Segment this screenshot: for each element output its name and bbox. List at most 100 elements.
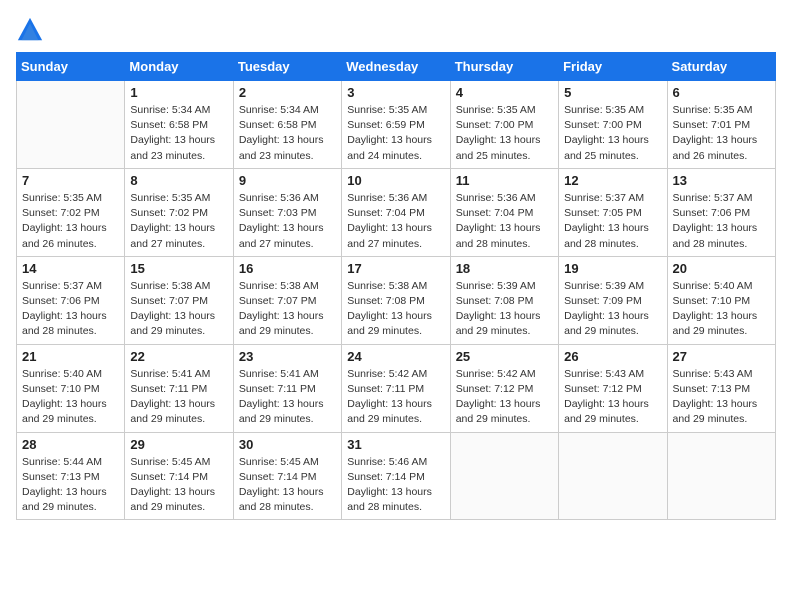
- calendar-cell: 28Sunrise: 5:44 AMSunset: 7:13 PMDayligh…: [17, 432, 125, 520]
- calendar-cell: 6 Sunrise: 5:35 AMSunset: 7:01 PMDaylight…: [667, 81, 775, 169]
- calendar-cell: 5 Sunrise: 5:35 AMSunset: 7:00 PMDaylight…: [559, 81, 667, 169]
- day-info: Sunrise: 5:38 AMSunset: 7:08 PMDaylight:…: [347, 279, 444, 340]
- day-number: 18: [456, 261, 553, 276]
- day-info: Sunrise: 5:37 AMSunset: 7:05 PMDaylight:…: [564, 191, 661, 252]
- page-header: [16, 16, 776, 44]
- calendar-week-row: 14 Sunrise: 5:37 AMSunset: 7:06 PMDayligh…: [17, 256, 776, 344]
- weekday-header-saturday: Saturday: [667, 53, 775, 81]
- calendar-cell: 26Sunrise: 5:43 AMSunset: 7:12 PMDayligh…: [559, 344, 667, 432]
- calendar-cell: 16 Sunrise: 5:38 AMSunset: 7:07 PMDayligh…: [233, 256, 341, 344]
- weekday-header-monday: Monday: [125, 53, 233, 81]
- calendar-cell: 15 Sunrise: 5:38 AMSunset: 7:07 PMDayligh…: [125, 256, 233, 344]
- day-info: Sunrise: 5:35 AMSunset: 6:59 PMDaylight:…: [347, 103, 444, 164]
- calendar-cell: 8 Sunrise: 5:35 AMSunset: 7:02 PMDaylight…: [125, 168, 233, 256]
- calendar-week-row: 28Sunrise: 5:44 AMSunset: 7:13 PMDayligh…: [17, 432, 776, 520]
- calendar-cell: 7 Sunrise: 5:35 AMSunset: 7:02 PMDaylight…: [17, 168, 125, 256]
- calendar-cell: 1Sunrise: 5:34 AMSunset: 6:58 PMDaylight…: [125, 81, 233, 169]
- day-number: 31: [347, 437, 444, 452]
- day-number: 4: [456, 85, 553, 100]
- calendar-cell: 11 Sunrise: 5:36 AMSunset: 7:04 PMDayligh…: [450, 168, 558, 256]
- day-info: Sunrise: 5:45 AMSunset: 7:14 PMDaylight:…: [239, 455, 336, 516]
- calendar-cell: 27 Sunrise: 5:43 AMSunset: 7:13 PMDayligh…: [667, 344, 775, 432]
- day-info: Sunrise: 5:38 AMSunset: 7:07 PMDaylight:…: [130, 279, 227, 340]
- day-info: Sunrise: 5:37 AMSunset: 7:06 PMDaylight:…: [673, 191, 770, 252]
- day-info: Sunrise: 5:41 AMSunset: 7:11 PMDaylight:…: [130, 367, 227, 428]
- calendar-cell: 20 Sunrise: 5:40 AMSunset: 7:10 PMDayligh…: [667, 256, 775, 344]
- day-info: Sunrise: 5:38 AMSunset: 7:07 PMDaylight:…: [239, 279, 336, 340]
- calendar-cell: 10Sunrise: 5:36 AMSunset: 7:04 PMDayligh…: [342, 168, 450, 256]
- day-number: 7: [22, 173, 119, 188]
- day-number: 24: [347, 349, 444, 364]
- day-info: Sunrise: 5:35 AMSunset: 7:00 PMDaylight:…: [456, 103, 553, 164]
- calendar-cell: 18 Sunrise: 5:39 AMSunset: 7:08 PMDayligh…: [450, 256, 558, 344]
- day-number: 19: [564, 261, 661, 276]
- calendar-cell: 25 Sunrise: 5:42 AMSunset: 7:12 PMDayligh…: [450, 344, 558, 432]
- day-number: 6: [673, 85, 770, 100]
- day-number: 16: [239, 261, 336, 276]
- day-info: Sunrise: 5:42 AMSunset: 7:11 PMDaylight:…: [347, 367, 444, 428]
- day-number: 3: [347, 85, 444, 100]
- calendar-cell: 24 Sunrise: 5:42 AMSunset: 7:11 PMDayligh…: [342, 344, 450, 432]
- day-number: 13: [673, 173, 770, 188]
- day-number: 21: [22, 349, 119, 364]
- calendar-week-row: 21 Sunrise: 5:40 AMSunset: 7:10 PMDayligh…: [17, 344, 776, 432]
- day-info: Sunrise: 5:35 AMSunset: 7:02 PMDaylight:…: [22, 191, 119, 252]
- calendar-cell: [450, 432, 558, 520]
- day-number: 14: [22, 261, 119, 276]
- day-info: Sunrise: 5:42 AMSunset: 7:12 PMDaylight:…: [456, 367, 553, 428]
- day-number: 17: [347, 261, 444, 276]
- calendar-cell: [559, 432, 667, 520]
- day-info: Sunrise: 5:37 AMSunset: 7:06 PMDaylight:…: [22, 279, 119, 340]
- day-number: 8: [130, 173, 227, 188]
- day-number: 20: [673, 261, 770, 276]
- calendar-cell: 9Sunrise: 5:36 AMSunset: 7:03 PMDaylight…: [233, 168, 341, 256]
- calendar-week-row: 7 Sunrise: 5:35 AMSunset: 7:02 PMDaylight…: [17, 168, 776, 256]
- day-info: Sunrise: 5:43 AMSunset: 7:12 PMDaylight:…: [564, 367, 661, 428]
- calendar-cell: 12 Sunrise: 5:37 AMSunset: 7:05 PMDayligh…: [559, 168, 667, 256]
- calendar-cell: 2 Sunrise: 5:34 AMSunset: 6:58 PMDaylight…: [233, 81, 341, 169]
- weekday-header-tuesday: Tuesday: [233, 53, 341, 81]
- weekday-header-friday: Friday: [559, 53, 667, 81]
- day-number: 23: [239, 349, 336, 364]
- day-number: 15: [130, 261, 227, 276]
- day-number: 10: [347, 173, 444, 188]
- day-number: 12: [564, 173, 661, 188]
- day-info: Sunrise: 5:34 AMSunset: 6:58 PMDaylight:…: [239, 103, 336, 164]
- calendar-cell: [17, 81, 125, 169]
- calendar-cell: 19 Sunrise: 5:39 AMSunset: 7:09 PMDayligh…: [559, 256, 667, 344]
- calendar-cell: 29 Sunrise: 5:45 AMSunset: 7:14 PMDayligh…: [125, 432, 233, 520]
- day-info: Sunrise: 5:34 AMSunset: 6:58 PMDaylight:…: [130, 103, 227, 164]
- calendar-table: SundayMondayTuesdayWednesdayThursdayFrid…: [16, 52, 776, 520]
- day-number: 25: [456, 349, 553, 364]
- day-number: 30: [239, 437, 336, 452]
- day-info: Sunrise: 5:46 AMSunset: 7:14 PMDaylight:…: [347, 455, 444, 516]
- day-number: 5: [564, 85, 661, 100]
- day-info: Sunrise: 5:39 AMSunset: 7:09 PMDaylight:…: [564, 279, 661, 340]
- day-number: 27: [673, 349, 770, 364]
- day-info: Sunrise: 5:35 AMSunset: 7:00 PMDaylight:…: [564, 103, 661, 164]
- calendar-week-row: 1Sunrise: 5:34 AMSunset: 6:58 PMDaylight…: [17, 81, 776, 169]
- day-number: 22: [130, 349, 227, 364]
- weekday-header-sunday: Sunday: [17, 53, 125, 81]
- day-info: Sunrise: 5:35 AMSunset: 7:01 PMDaylight:…: [673, 103, 770, 164]
- day-info: Sunrise: 5:35 AMSunset: 7:02 PMDaylight:…: [130, 191, 227, 252]
- day-info: Sunrise: 5:40 AMSunset: 7:10 PMDaylight:…: [22, 367, 119, 428]
- day-info: Sunrise: 5:36 AMSunset: 7:04 PMDaylight:…: [456, 191, 553, 252]
- calendar-cell: 14 Sunrise: 5:37 AMSunset: 7:06 PMDayligh…: [17, 256, 125, 344]
- day-info: Sunrise: 5:36 AMSunset: 7:03 PMDaylight:…: [239, 191, 336, 252]
- calendar-cell: 4 Sunrise: 5:35 AMSunset: 7:00 PMDaylight…: [450, 81, 558, 169]
- day-info: Sunrise: 5:40 AMSunset: 7:10 PMDaylight:…: [673, 279, 770, 340]
- calendar-header-row: SundayMondayTuesdayWednesdayThursdayFrid…: [17, 53, 776, 81]
- day-number: 2: [239, 85, 336, 100]
- day-info: Sunrise: 5:44 AMSunset: 7:13 PMDaylight:…: [22, 455, 119, 516]
- calendar-cell: 23 Sunrise: 5:41 AMSunset: 7:11 PMDayligh…: [233, 344, 341, 432]
- calendar-cell: 30 Sunrise: 5:45 AMSunset: 7:14 PMDayligh…: [233, 432, 341, 520]
- day-info: Sunrise: 5:41 AMSunset: 7:11 PMDaylight:…: [239, 367, 336, 428]
- weekday-header-thursday: Thursday: [450, 53, 558, 81]
- logo-icon: [16, 16, 44, 44]
- day-info: Sunrise: 5:39 AMSunset: 7:08 PMDaylight:…: [456, 279, 553, 340]
- day-number: 29: [130, 437, 227, 452]
- day-info: Sunrise: 5:45 AMSunset: 7:14 PMDaylight:…: [130, 455, 227, 516]
- day-number: 11: [456, 173, 553, 188]
- day-info: Sunrise: 5:43 AMSunset: 7:13 PMDaylight:…: [673, 367, 770, 428]
